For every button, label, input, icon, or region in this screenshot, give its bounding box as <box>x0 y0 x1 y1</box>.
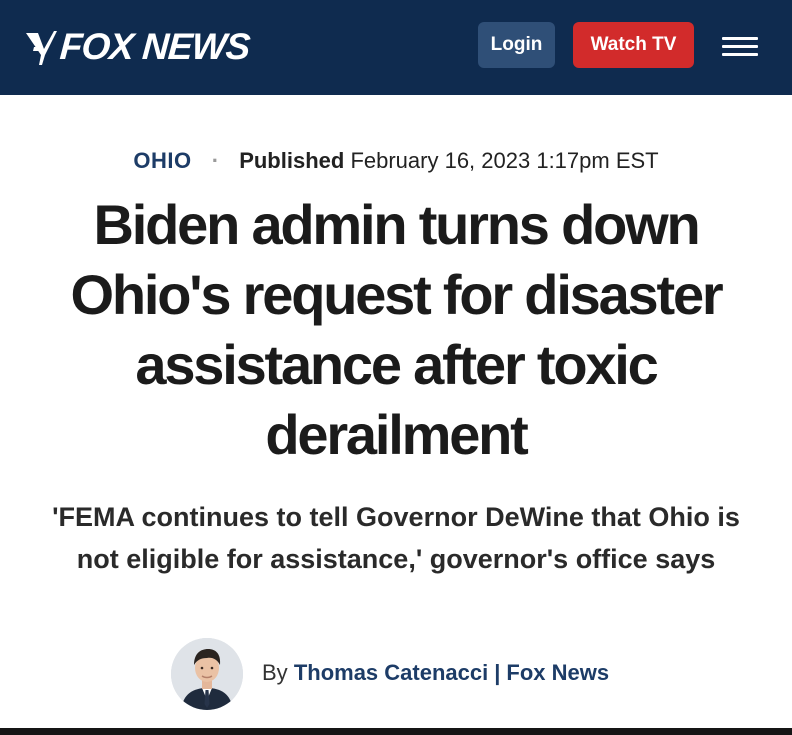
fox-news-logo[interactable]: FOX NEWS <box>24 22 251 72</box>
byline-text: By Thomas Catenacci | Fox News <box>262 660 609 686</box>
author-portrait-icon <box>171 638 243 710</box>
published-label: Published <box>239 148 345 173</box>
fox-logo-mark-icon <box>26 31 57 65</box>
article-meta: OHIO · Published February 16, 2023 1:17p… <box>0 148 792 174</box>
byline-separator: | <box>494 660 501 685</box>
published-date: February 16, 2023 1:17pm EST <box>350 148 659 173</box>
menu-bar <box>722 53 758 56</box>
menu-bar <box>722 37 758 40</box>
section-link-ohio[interactable]: OHIO <box>133 148 191 173</box>
login-button[interactable]: Login <box>478 22 555 68</box>
menu-bar <box>722 45 758 48</box>
article-headline: Biden admin turns down Ohio's request fo… <box>70 193 724 466</box>
organization-link[interactable]: Fox News <box>506 660 609 685</box>
bottom-divider <box>0 728 792 735</box>
author-link[interactable]: Thomas Catenacci <box>294 660 488 685</box>
site-header: FOX NEWS Login Watch TV <box>0 0 792 95</box>
author-byline: By Thomas Catenacci | Fox News <box>0 638 792 710</box>
author-avatar[interactable] <box>171 638 243 710</box>
article-subheadline: 'FEMA continues to tell Governor DeWine … <box>52 502 740 574</box>
watch-tv-button[interactable]: Watch TV <box>573 22 694 68</box>
logo-text: FOX NEWS <box>58 26 251 67</box>
hamburger-menu-icon[interactable] <box>718 28 762 64</box>
meta-separator-dot: · <box>211 148 220 173</box>
byline-prefix: By <box>262 660 288 685</box>
